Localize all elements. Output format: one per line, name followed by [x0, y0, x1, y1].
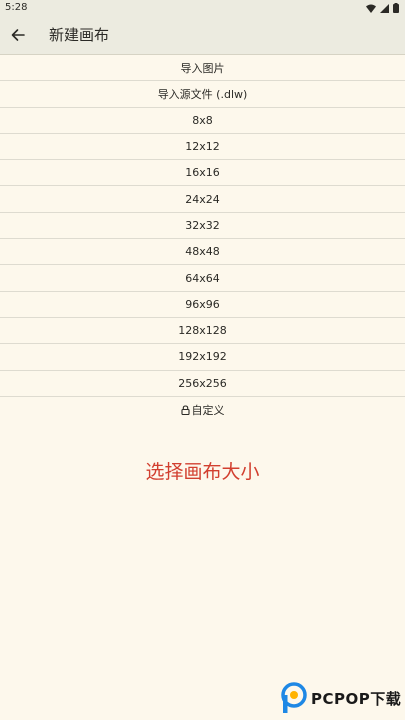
list-item-label: 64x64 — [185, 271, 220, 285]
size-option-32[interactable]: 32x32 — [0, 213, 405, 240]
app-bar: 新建画布 — [0, 16, 405, 55]
size-option-24[interactable]: 24x24 — [0, 186, 405, 213]
size-option-8[interactable]: 8x8 — [0, 108, 405, 134]
custom-size-option[interactable]: 自定义 — [0, 397, 405, 422]
list-item-label: 8x8 — [192, 113, 213, 127]
list-item-label: 12x12 — [185, 140, 220, 154]
list-item-label: 32x32 — [185, 218, 220, 232]
wifi-icon — [366, 4, 376, 13]
list-item-label: 24x24 — [185, 192, 220, 206]
list-item-label: 48x48 — [185, 245, 220, 259]
list-item-label: 自定义 — [191, 403, 225, 417]
back-button[interactable] — [4, 21, 32, 49]
watermark: PCPOP下载 — [281, 682, 401, 714]
battery-icon — [393, 3, 399, 13]
list-item-label: 128x128 — [178, 324, 227, 338]
status-bar: 5:28 — [0, 0, 405, 16]
list-item-label: 导入源文件 (.dlw) — [157, 87, 248, 101]
size-option-64[interactable]: 64x64 — [0, 265, 405, 292]
watermark-brand: PCPOP下载 — [311, 689, 402, 708]
cellular-signal-icon — [380, 3, 389, 13]
status-icons — [366, 3, 399, 13]
list-item-label: 192x192 — [178, 350, 227, 364]
canvas-option-list: 导入图片 导入源文件 (.dlw) 8x8 12x12 16x16 24x24 … — [0, 55, 405, 422]
size-option-48[interactable]: 48x48 — [0, 239, 405, 266]
list-item-label: 16x16 — [185, 166, 220, 180]
size-option-256[interactable]: 256x256 — [0, 371, 405, 397]
lock-icon — [180, 404, 190, 415]
pcpop-logo-icon — [281, 682, 307, 713]
size-option-96[interactable]: 96x96 — [0, 292, 405, 318]
page-title: 新建画布 — [49, 26, 110, 44]
list-item-label: 96x96 — [185, 297, 220, 311]
size-option-12[interactable]: 12x12 — [0, 134, 405, 161]
size-option-192[interactable]: 192x192 — [0, 344, 405, 371]
import-source-file-option[interactable]: 导入源文件 (.dlw) — [0, 81, 405, 108]
arrow-left-icon — [11, 29, 25, 41]
select-canvas-size-hint: 选择画布大小 — [145, 461, 260, 483]
size-option-16[interactable]: 16x16 — [0, 160, 405, 187]
list-item-label: 256x256 — [178, 376, 227, 390]
import-image-option[interactable]: 导入图片 — [0, 55, 405, 82]
size-option-128[interactable]: 128x128 — [0, 318, 405, 345]
status-time: 5:28 — [5, 2, 28, 13]
list-item-label: 导入图片 — [180, 61, 225, 75]
